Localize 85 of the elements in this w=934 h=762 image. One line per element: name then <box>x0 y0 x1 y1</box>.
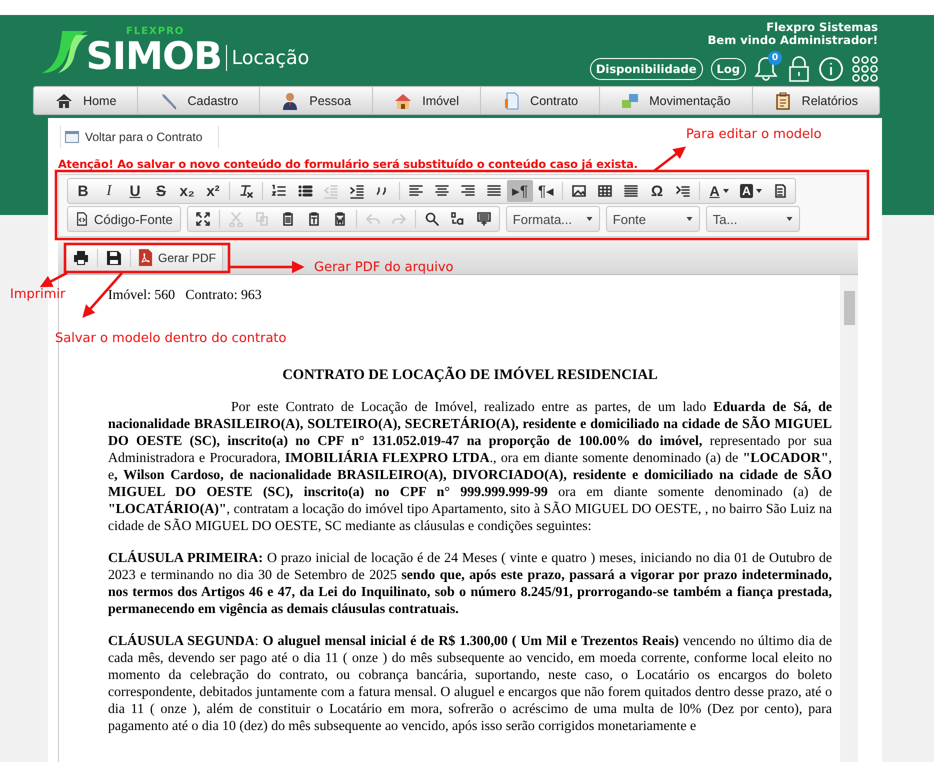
document-info: Imóvel: 560 Contrato: 963 <box>108 286 263 303</box>
pdf-file-icon <box>138 249 153 266</box>
welcome-text: Bem vindo Administrador! <box>708 34 878 47</box>
caret-icon <box>756 189 762 193</box>
toolbar-button[interactable]: ▸¶ <box>507 180 533 202</box>
table-icon <box>597 183 613 199</box>
caret-icon <box>786 217 793 221</box>
toolbar-button[interactable]: U <box>122 180 148 202</box>
menu-item[interactable]: Contrato <box>480 87 600 114</box>
bulleted-list-icon <box>297 183 313 199</box>
maximize-icon <box>194 211 211 227</box>
menu-item[interactable]: Pessoa <box>259 87 372 114</box>
pencil-icon <box>160 92 178 110</box>
copy-icon <box>254 211 270 227</box>
code-file-icon <box>75 212 89 226</box>
replace-icon <box>450 211 466 227</box>
house-icon <box>394 92 412 110</box>
annotation-label: Salvar o modelo dentro do contrato <box>55 331 286 346</box>
toolbar-button[interactable]: ¶◂ <box>533 180 559 202</box>
company-name: Flexpro Sistemas <box>766 21 878 34</box>
image-icon <box>571 183 587 199</box>
annotation-label: Gerar PDF do arquivo <box>314 260 454 275</box>
document-icon <box>772 183 788 199</box>
align-center-icon <box>434 183 450 199</box>
dropdown[interactable]: Formata... <box>506 207 599 231</box>
indent-icon <box>349 183 365 199</box>
menu-item[interactable]: Relatórios <box>752 87 880 114</box>
toolbar-button[interactable]: Ω <box>644 180 670 202</box>
leaf-logo-icon <box>40 29 90 75</box>
warning-text: Atenção! Ao salvar o novo conteúdo do formulário será substituído o conteúdo caso já exista. <box>58 158 638 171</box>
background-color-button[interactable]: A <box>735 180 767 202</box>
menu-item[interactable]: Movimentação <box>599 87 752 114</box>
align-left-icon <box>408 183 424 199</box>
toolbar-button[interactable]: S <box>148 180 174 202</box>
menu-item[interactable]: Home <box>34 87 138 114</box>
transfer-icon <box>621 92 640 110</box>
caret-icon <box>686 217 693 221</box>
document-icon <box>502 92 520 110</box>
annotation-arrow <box>653 146 686 172</box>
search-icon <box>424 211 440 227</box>
caret-icon <box>586 217 593 221</box>
annotation-arrow <box>40 272 68 288</box>
dropdown[interactable]: Fonte <box>606 207 699 231</box>
annotation-label: Para editar o modelo <box>686 127 822 142</box>
menu-item[interactable]: Cadastro <box>137 87 260 114</box>
align-right-icon <box>460 183 476 199</box>
toolbar-button[interactable]: B <box>70 180 96 202</box>
undo-icon <box>364 211 381 227</box>
toolbar-button[interactable]: x² <box>200 180 226 202</box>
home-icon <box>55 92 74 110</box>
justify-icon <box>486 183 502 199</box>
header-button[interactable]: Log <box>710 58 746 80</box>
logo: FLEXPRO SIMOB Locação <box>40 15 310 75</box>
info-icon[interactable] <box>818 56 844 82</box>
lock-icon[interactable] <box>788 55 810 83</box>
printer-icon <box>73 250 89 266</box>
back-link[interactable]: Voltar para o Contrato <box>61 130 202 144</box>
grid-menu-icon[interactable] <box>852 56 878 82</box>
scissors-icon <box>228 211 244 227</box>
source-button[interactable]: Código-Fonte <box>70 208 178 230</box>
toolbar-button[interactable]: I <box>96 180 122 202</box>
text-color-button[interactable]: A <box>703 180 735 202</box>
remove-format-icon <box>238 183 254 199</box>
select-all-icon <box>476 211 492 227</box>
toolbar-button[interactable]: x₂ <box>174 180 200 202</box>
page-break-icon <box>675 183 691 199</box>
bell-icon[interactable] <box>754 55 778 81</box>
annotation-label: Imprimir <box>10 287 66 302</box>
contract-paragraph: CLÁUSULA SEGUNDA: O aluguel mensal inicial é de R$ 1.300,00 ( Um Mil e Trezentos Reais) vencendo no último dia de cada mês, devendo ser pago até o dia 11 ( onze ) do mês subsequente ao vencido, em moeda corrente, conforme local eleito no momento da celebração do contrato, ou cobrança bancária, suportando, neste caso, o Locatário os encargos do boleto correspondente, debitados juntamente com a fatura mensal. O aluguel e encargos que não forem quitados dentro desse prazo, até o dia 11 ( onze ), além de constituir o Locatário em mora, sofrerão o acréscimo de uma multa de l0% (Dez por cento), para pagamento até o dia 10 (dez) do mês subsequente ao vencido, após isso serão corrigidos monetariamente e <box>108 632 832 734</box>
notification-badge: 0 <box>768 51 782 65</box>
clipboard-icon <box>774 92 792 110</box>
horizontal-rule-icon <box>623 183 639 199</box>
numbered-list-icon <box>271 183 287 199</box>
scrollbar[interactable] <box>840 275 858 762</box>
caret-icon <box>722 189 729 193</box>
person-icon <box>281 92 300 110</box>
document-title: CONTRATO DE LOCAÇÃO DE IMÓVEL RESIDENCIAL <box>281 367 659 384</box>
dropdown[interactable]: Ta... <box>706 207 799 231</box>
contract-paragraph: CLÁUSULA PRIMEIRA: O prazo inicial de locação é de 24 Meses ( vinte e quatro ) meses, iniciando no dia 01 de Outubro de 2023 e terminando no dia 30 de Setembro de 2025 sendo que, após este prazo, passará a vigorar por prazo indeterminado, nos termos dos Artigos 46 e 47, da Lei do Inquilinato, sob o número 8.245/91, prorrogando-se também a fiança prestada, permanecendo em vigência as demais cláusulas contratuais. <box>108 549 832 617</box>
header-button[interactable]: Disponibilidade <box>590 58 703 80</box>
outdent-icon <box>323 183 339 199</box>
contract-paragraph: Por este Contrato de Locação de Imóvel, realizado entre as partes, de um lado Eduarda de Sá, de nacionalidade BRASILEIRO(A), SOLTEIRO(A), SECRETÁRIO(A), residente e domiciliado na cidade de SÃO MIGUEL DO OESTE (SC), inscrito(a) no CPF n° 131.052.019-47 na proporção de 100.00% do imóvel, representado por sua Administradora e Procuradora, IMOBILIÁRIA FLEXPRO LTDA., ora em diante somente denominado (a) de "LOCADOR", e, Wilson Cardoso, de nacionalidade BRASILEIRO(A), DIVORCIADO(A), residente e domiciliado na cidade de SÃO MIGUEL DO OESTE (SC), inscrito(a) no CPF n° 999.999.999-99 ora em diante somente denominado (a) de "LOCATÁRIO(A)", contratam a locação do imóvel tipo Apartamento, sito à SÃO MIGUEL DO OESTE, , no bairro São Luiz na cidade de SÃO MIGUEL DO OESTE, SC mediante as cláusulas e condições seguintes: <box>108 398 832 534</box>
window-icon <box>65 131 79 143</box>
menu-item[interactable]: Imóvel <box>372 87 480 114</box>
redo-icon <box>390 211 407 227</box>
